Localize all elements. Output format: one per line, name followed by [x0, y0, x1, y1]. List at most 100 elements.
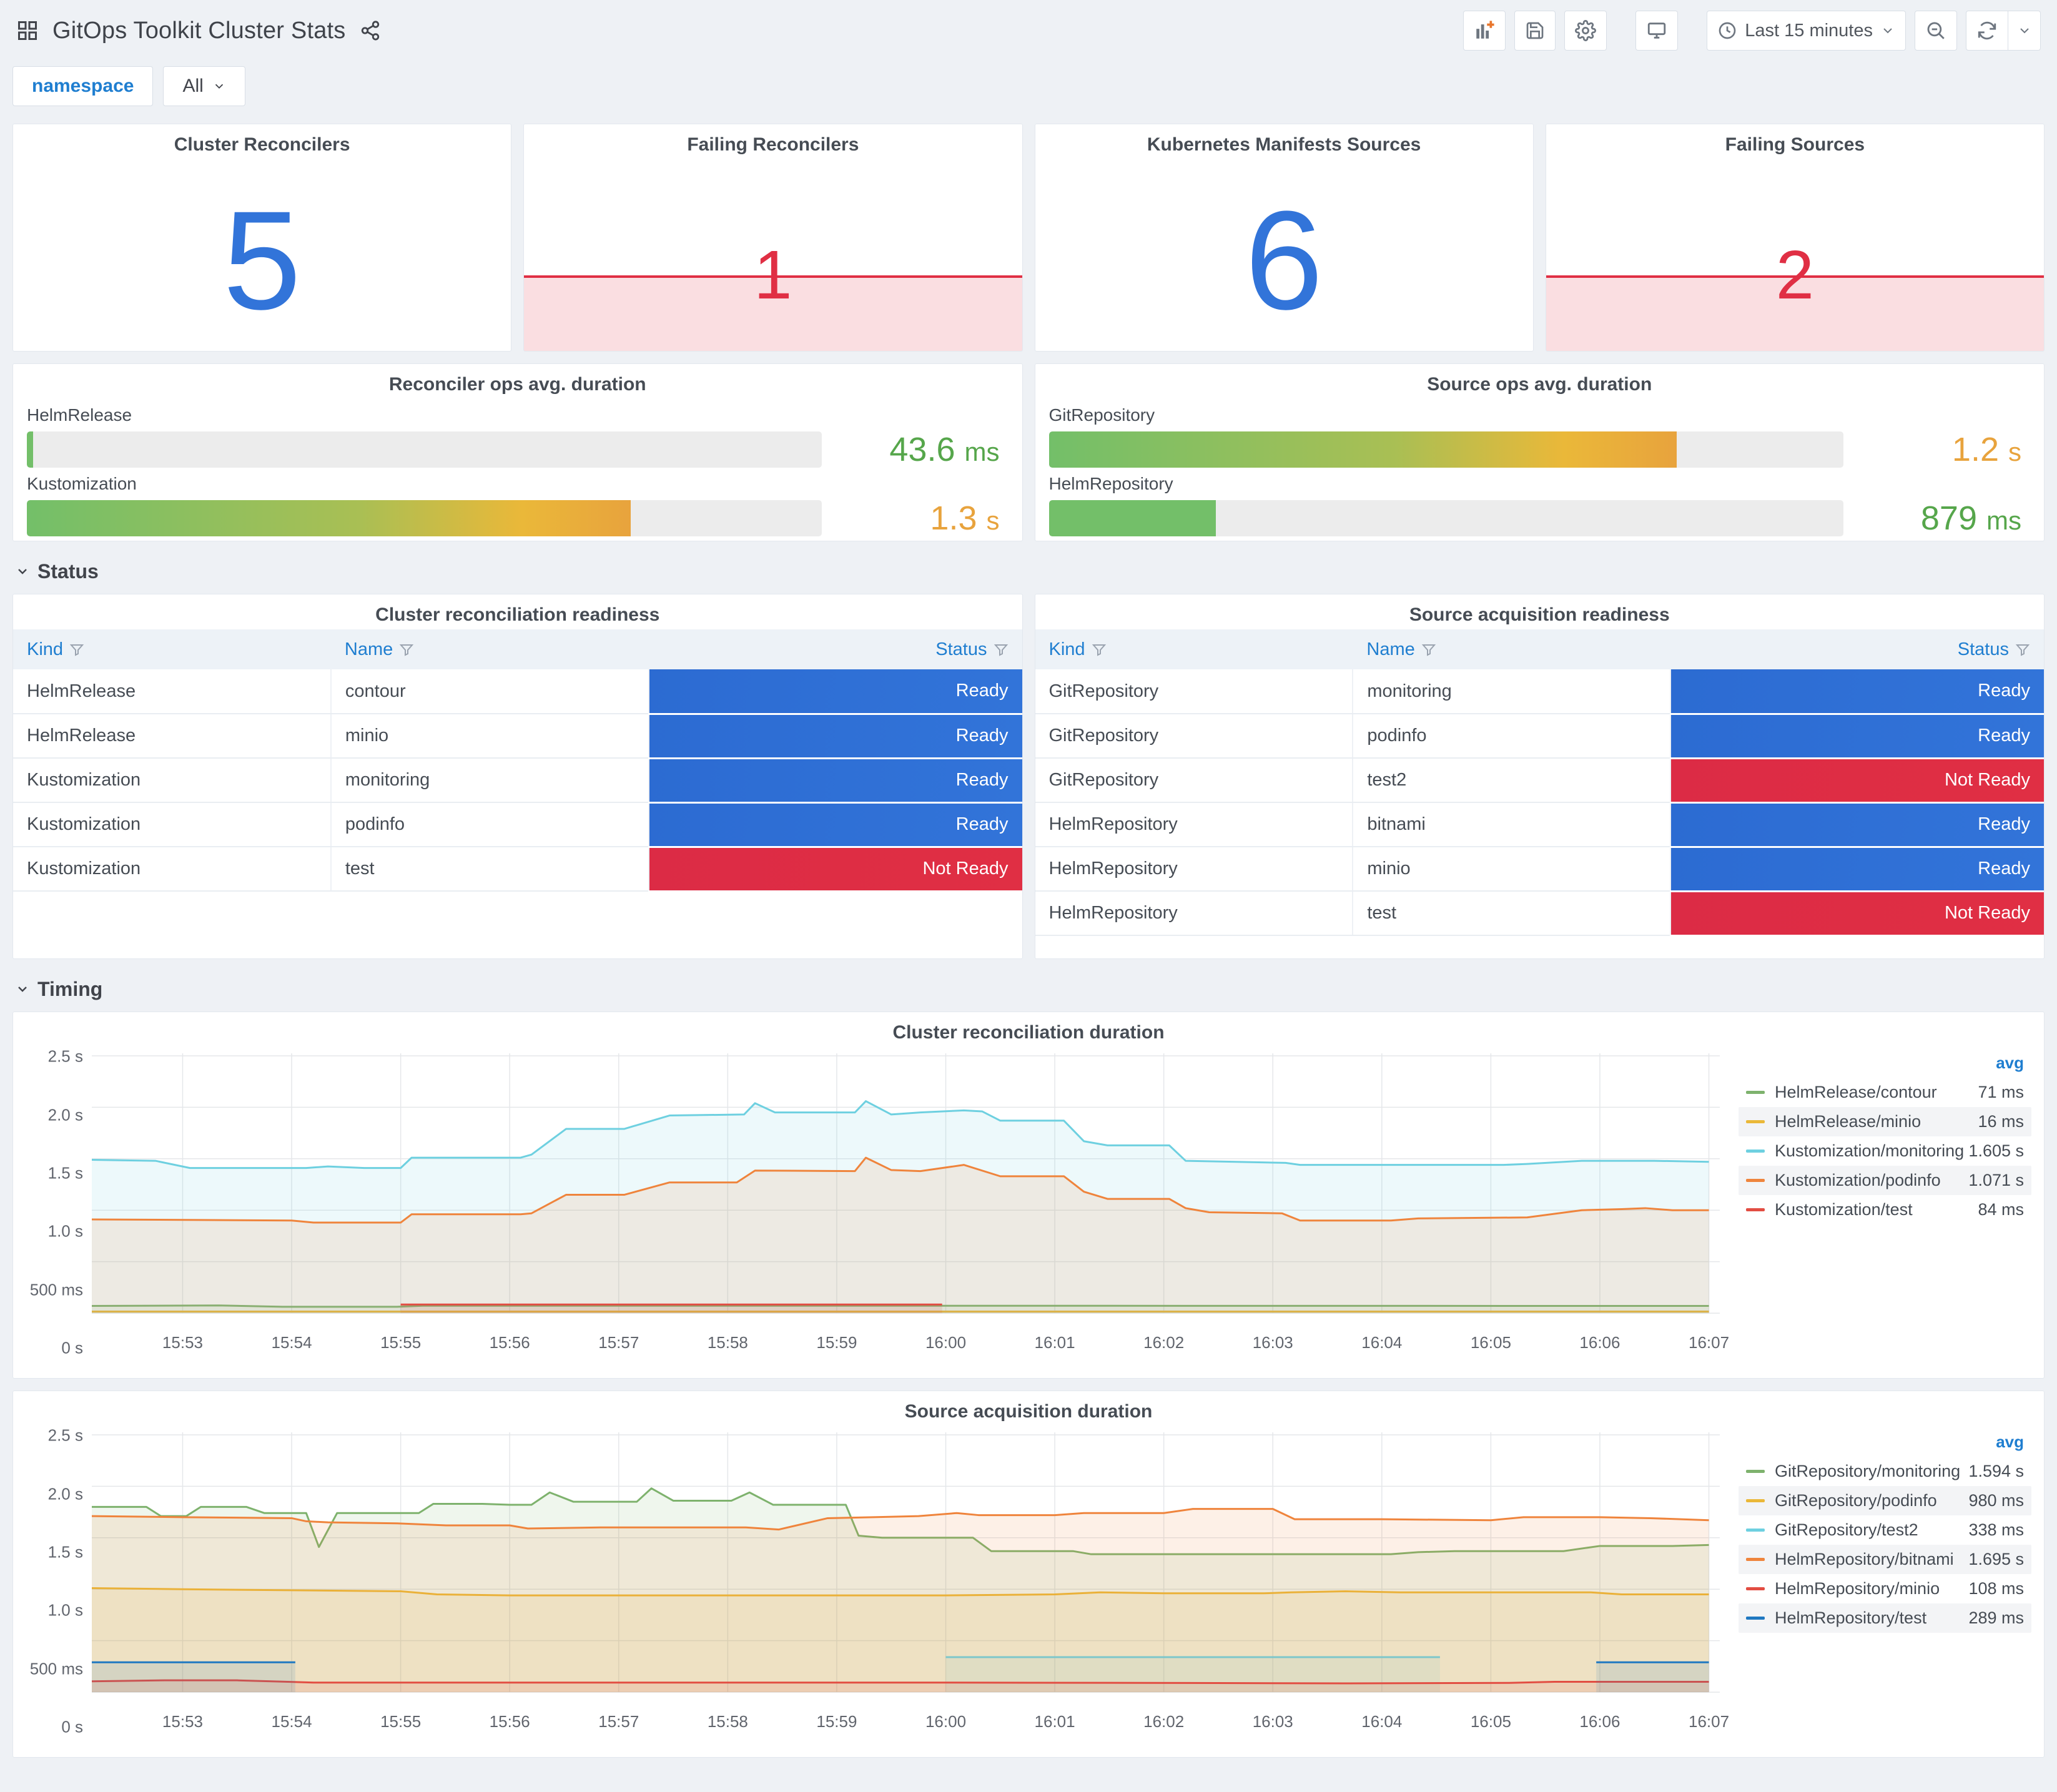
panel-title[interactable]: Reconciler ops avg. duration [13, 364, 1022, 399]
y-tick-label: 2.0 s [47, 1484, 83, 1504]
panel-title[interactable]: Cluster Reconcilers [13, 124, 511, 159]
tv-mode-button[interactable] [1635, 11, 1679, 51]
zoom-out-button[interactable] [1915, 11, 1957, 51]
panel-title[interactable]: Failing Sources [1546, 124, 2044, 159]
gauge-rows: GitRepository 1.2 s HelmRepository 879 ms [1035, 399, 2045, 538]
legend-series-label[interactable]: HelmRelease/contour [1775, 1083, 1978, 1102]
legend-series-color [1746, 1179, 1765, 1182]
filter-icon[interactable] [2015, 642, 2030, 657]
dashboard-settings-button[interactable] [1564, 11, 1607, 51]
dashboard-grid-icon[interactable] [16, 19, 39, 42]
row-header-status[interactable]: Status [15, 558, 2045, 585]
legend-avg-header[interactable]: avg [1739, 1050, 2031, 1078]
legend-series-avg: 71 ms [1978, 1083, 2024, 1101]
legend-series-label[interactable]: HelmRepository/test [1775, 1608, 1968, 1628]
refresh-interval-dropdown[interactable] [2008, 11, 2041, 51]
column-header-kind[interactable]: Kind [13, 629, 331, 669]
column-header-name[interactable]: Name [330, 629, 649, 669]
gauge-track [1048, 500, 1843, 536]
add-panel-button[interactable] [1463, 11, 1506, 51]
legend-item: HelmRelease/contour 71 ms [1739, 1078, 2031, 1107]
legend-avg-header[interactable]: avg [1739, 1429, 2031, 1457]
time-range-picker[interactable]: Last 15 minutes [1707, 11, 1906, 51]
legend-item: HelmRelease/minio 16 ms [1739, 1107, 2031, 1136]
chart-legend: avg GitRepository/monitoring 1.594 s GitRep… [1720, 1429, 2035, 1738]
table-row: HelmRepository test Not Ready [1035, 891, 2044, 937]
legend-series-label[interactable]: HelmRelease/minio [1775, 1112, 1978, 1131]
legend-series-avg: 289 ms [1968, 1608, 2024, 1627]
panel-title[interactable]: Cluster reconciliation duration [13, 1012, 2044, 1047]
refresh-button[interactable] [1966, 11, 2008, 51]
panel-source-ops-duration: Source ops avg. duration GitRepository 1.… [1034, 363, 2045, 541]
y-tick-label: 1.0 s [47, 1600, 83, 1620]
status-badge: Not Ready [648, 847, 1022, 892]
legend-series-label[interactable]: GitRepository/monitoring [1775, 1462, 1968, 1481]
gauge-fill [1048, 500, 1216, 536]
variable-label-namespace[interactable]: namespace [12, 66, 154, 106]
cell-kind: HelmRelease [13, 669, 332, 714]
x-tick-label: 16:01 [1034, 1712, 1075, 1731]
legend-series-color [1746, 1558, 1765, 1561]
panel-title[interactable]: Source ops avg. duration [1035, 364, 2045, 399]
x-tick-label: 15:55 [380, 1712, 422, 1731]
readiness-table: Kind Name Status GitRepository monitoring… [1035, 629, 2044, 937]
stat-value: 2 [1775, 236, 1814, 313]
panel-title[interactable]: Failing Reconcilers [524, 124, 1022, 159]
dashboard: GitOps Toolkit Cluster Stats Last 15 min… [0, 0, 2057, 1792]
panel-title[interactable]: Cluster reconciliation readiness [13, 594, 1022, 629]
x-tick-label: 15:53 [162, 1333, 204, 1352]
legend-series-label[interactable]: Kustomization/test [1775, 1200, 1978, 1219]
legend-series-label[interactable]: Kustomization/monitoring [1775, 1141, 1968, 1161]
refresh-button-group [1966, 11, 2041, 51]
filter-icon[interactable] [1421, 642, 1436, 657]
cell-name: test [1353, 891, 1672, 936]
status-badge: Not Ready [1670, 758, 2044, 804]
column-header-name[interactable]: Name [1353, 629, 1671, 669]
legend-series-label[interactable]: GitRepository/test2 [1775, 1520, 1968, 1540]
time-series-plot[interactable] [92, 1429, 1720, 1702]
column-header-status[interactable]: Status [1670, 629, 2044, 669]
table-row: HelmRepository minio Ready [1035, 847, 2044, 892]
x-tick-label: 16:06 [1579, 1333, 1620, 1352]
cell-name: podinfo [330, 802, 649, 847]
legend-series-color [1746, 1150, 1765, 1153]
legend-series-label[interactable]: Kustomization/podinfo [1775, 1171, 1968, 1190]
filter-icon[interactable] [69, 642, 84, 657]
column-header-status[interactable]: Status [648, 629, 1022, 669]
column-header-kind[interactable]: Kind [1035, 629, 1353, 669]
cell-name: monitoring [1353, 669, 1672, 714]
filter-icon[interactable] [994, 642, 1009, 657]
share-icon[interactable] [360, 20, 381, 41]
panel-cluster-reconciliation-duration: Cluster reconciliation duration 0 s 500 m… [12, 1012, 2045, 1379]
variable-value-dropdown[interactable]: All [163, 66, 245, 106]
legend-series-label[interactable]: HelmRepository/minio [1775, 1579, 1968, 1598]
panel-title[interactable]: Source acquisition readiness [1035, 594, 2045, 629]
row-header-timing[interactable]: Timing [15, 975, 2045, 1003]
stat-value: 1 [754, 236, 792, 313]
legend-item: GitRepository/test2 338 ms [1739, 1515, 2031, 1545]
time-series-plot[interactable] [92, 1050, 1720, 1323]
gauge-row: GitRepository 1.2 s [1048, 405, 2021, 469]
cell-kind: Kustomization [13, 847, 332, 892]
filter-icon[interactable] [1092, 642, 1107, 657]
x-tick-label: 16:04 [1361, 1333, 1403, 1352]
gauge-value: 879 ms [1920, 500, 2021, 537]
status-badge: Ready [648, 758, 1022, 804]
legend-series-avg: 1.605 s [1968, 1141, 2024, 1160]
cell-kind: Kustomization [13, 758, 332, 803]
x-tick-label: 16:02 [1143, 1712, 1185, 1731]
cell-name: monitoring [330, 758, 649, 803]
legend-series-label[interactable]: GitRepository/podinfo [1775, 1491, 1968, 1510]
table-row: Kustomization podinfo Ready [13, 802, 1022, 848]
panel-title[interactable]: Source acquisition duration [13, 1391, 2044, 1426]
cell-name: podinfo [1353, 714, 1672, 759]
save-dashboard-button[interactable] [1514, 11, 1556, 51]
chevron-down-icon [1880, 23, 1895, 38]
filter-icon[interactable] [399, 642, 414, 657]
panel-title[interactable]: Kubernetes Manifests Sources [1035, 124, 1533, 159]
legend-series-label[interactable]: HelmRepository/bitnami [1775, 1550, 1968, 1569]
legend-series-avg: 16 ms [1978, 1112, 2024, 1131]
table-row: Kustomization monitoring Ready [13, 758, 1022, 804]
x-tick-label: 15:56 [489, 1333, 530, 1352]
panel-kubernetes-manifests-sources: Kubernetes Manifests Sources 6 [1034, 124, 1534, 352]
